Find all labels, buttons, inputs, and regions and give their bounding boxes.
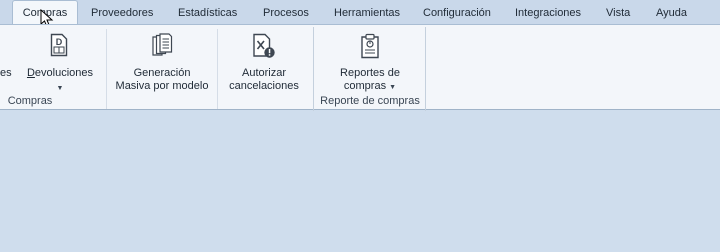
autorizar-cancelaciones-button[interactable]: Autorizar cancelaciones <box>222 25 306 93</box>
devoluciones-label-rest: evoluciones <box>34 67 94 79</box>
group-label-reporte-compras: Reporte de compras <box>320 95 420 107</box>
dropdown-caret-icon: ▼ <box>389 84 397 91</box>
ribbon-separator <box>106 29 107 109</box>
dropdown-caret-icon: ▼ <box>56 85 64 92</box>
reportes-label-line2: compras ▼ <box>320 80 420 94</box>
tab-configuracion[interactable]: Configuración <box>423 0 491 24</box>
reportes-label-line2-text: compras <box>343 80 387 92</box>
autorizar-label-line2: cancelaciones <box>229 80 299 92</box>
devoluciones-underline-char: D <box>26 67 35 79</box>
tab-proveedores[interactable]: Proveedores <box>91 0 153 24</box>
generacion-masiva-button[interactable]: Generación Masiva por modelo <box>112 25 212 93</box>
tab-procesos-label: Procesos <box>263 7 309 19</box>
devoluciones-label: Devoluciones <box>22 67 98 80</box>
menu-tab-bar: Compras Proveedores Estadísticas Proceso… <box>0 0 720 24</box>
reportes-compras-button[interactable]: Reportes de compras ▼ <box>320 25 420 93</box>
generacion-label-line1: Generación <box>133 67 191 79</box>
ribbon-separator <box>217 29 218 109</box>
group-label-compras: Compras <box>7 95 53 107</box>
tab-integraciones[interactable]: Integraciones <box>515 0 581 24</box>
tab-integraciones-label: Integraciones <box>515 7 582 19</box>
tab-vista[interactable]: Vista <box>606 0 630 24</box>
partial-button-label: es <box>0 67 12 79</box>
reportes-label-line1: Reportes de <box>340 67 400 79</box>
svg-text:D: D <box>56 37 63 47</box>
autorizar-label-line1: Autorizar <box>241 67 287 79</box>
group-separator <box>425 27 426 111</box>
tab-procesos[interactable]: Procesos <box>263 0 309 24</box>
tab-ayuda-label: Ayuda <box>656 7 687 19</box>
tab-estadisticas[interactable]: Estadísticas <box>178 0 237 24</box>
generacion-label-line2: Masiva por modelo <box>115 80 209 92</box>
partial-ribbon-button[interactable]: es <box>0 25 14 87</box>
document-d-icon: D <box>50 33 68 57</box>
tab-herramientas-label: Herramientas <box>334 7 401 19</box>
tab-configuracion-label: Configuración <box>423 7 491 19</box>
tab-vista-label: Vista <box>606 7 631 19</box>
ribbon: es D Devoluciones ▼ Generación Masiva po… <box>0 24 720 111</box>
documents-stack-icon <box>152 33 173 56</box>
tab-ayuda[interactable]: Ayuda <box>656 0 687 24</box>
devoluciones-button[interactable]: D Devoluciones ▼ <box>22 25 98 93</box>
tab-estadisticas-label: Estadísticas <box>178 7 238 19</box>
tab-proveedores-label: Proveedores <box>91 7 154 19</box>
document-cancel-icon <box>253 33 275 58</box>
tab-herramientas[interactable]: Herramientas <box>334 0 400 24</box>
clipboard-report-icon <box>361 33 379 59</box>
